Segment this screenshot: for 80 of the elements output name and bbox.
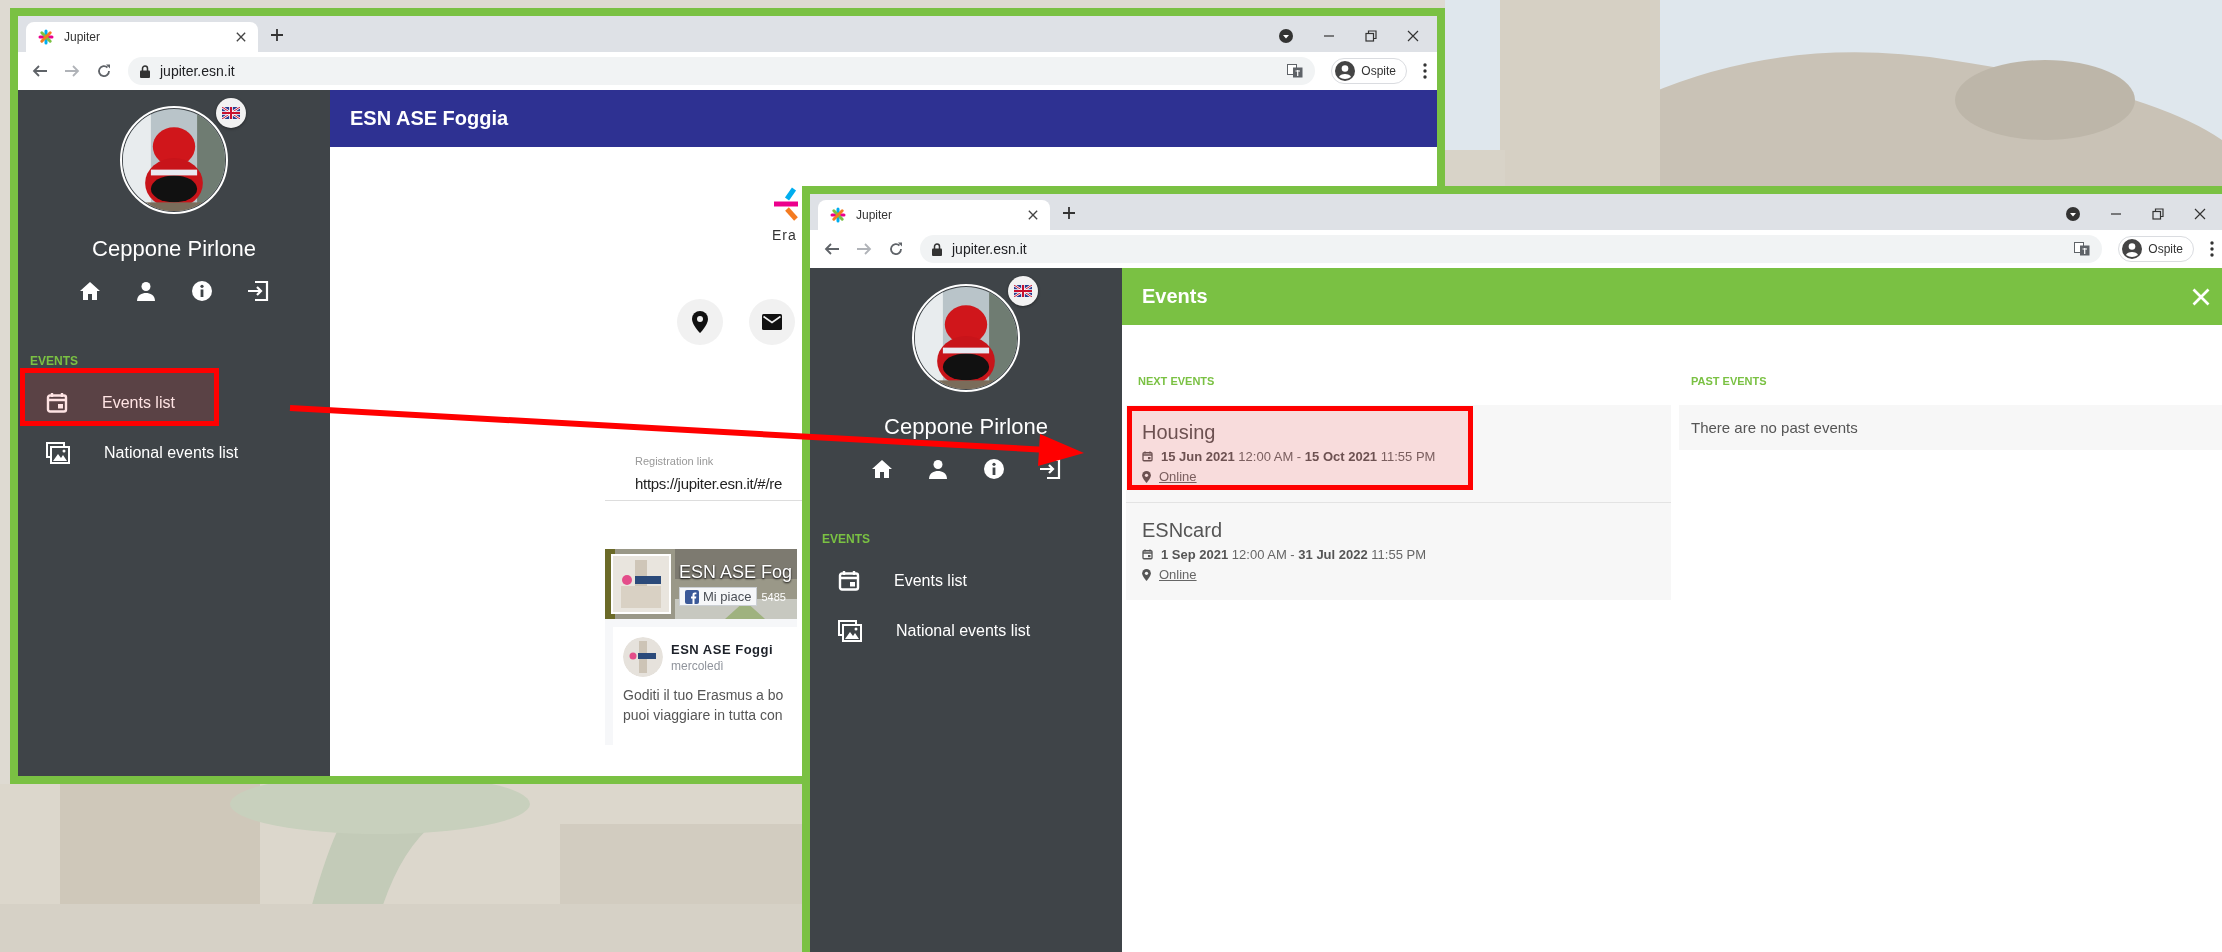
dropdown-icon[interactable]: [2066, 207, 2080, 221]
mail-button[interactable]: [749, 299, 795, 345]
event-card[interactable]: Housing 15 Jun 2021 12:00 AM - 15 Oct 2021 11:55 PM Online: [1126, 405, 1671, 502]
location-link[interactable]: Online: [1159, 567, 1197, 582]
home-icon[interactable]: [79, 280, 101, 302]
mail-icon: [762, 314, 782, 330]
address-field[interactable]: jupiter.esn.it: [920, 235, 2103, 263]
close-icon[interactable]: [2194, 208, 2206, 220]
calendar-icon: [46, 392, 68, 414]
close-icon[interactable]: [1028, 210, 1038, 220]
location-link[interactable]: Online: [1159, 469, 1197, 484]
lock-icon: [932, 242, 942, 256]
dropdown-icon[interactable]: [1279, 29, 1293, 43]
menu-icon[interactable]: [2210, 241, 2214, 257]
back-icon[interactable]: [32, 63, 48, 79]
plus-icon[interactable]: [270, 28, 284, 42]
close-icon[interactable]: [236, 32, 246, 42]
restore-icon[interactable]: [1365, 30, 1377, 42]
calendar-icon: [1142, 451, 1153, 462]
column-label: PAST EVENTS: [1690, 375, 1768, 389]
header-title: Events: [1142, 285, 1209, 308]
sidebar-item[interactable]: Events list: [18, 378, 330, 428]
flag-icon: [1014, 285, 1032, 297]
flag-button[interactable]: [216, 98, 246, 128]
empty-message: There are no past events: [1679, 405, 2222, 450]
profile-button[interactable]: Ospite: [1331, 58, 1407, 84]
person-icon[interactable]: [135, 280, 157, 302]
event-title: Housing: [1142, 421, 1216, 444]
images-icon: [838, 620, 862, 642]
post-text: Goditi il tuo Erasmus a bo puoi viaggiare in tutta con: [623, 686, 785, 725]
lock-icon: [140, 64, 150, 78]
info-icon[interactable]: [191, 280, 213, 302]
event-card[interactable]: ESNcard 1 Sep 2021 12:00 AM - 31 Jul 2022 11:55 PM Online: [1126, 502, 1671, 600]
browser-tab[interactable]: Jupiter: [818, 200, 1050, 230]
home-icon[interactable]: [871, 458, 893, 480]
location-button[interactable]: [677, 299, 723, 345]
post-author: ESN ASE Foggi: [671, 641, 774, 657]
restore-icon[interactable]: [2152, 208, 2164, 220]
reload-icon[interactable]: [888, 241, 904, 257]
flag-icon: [222, 107, 240, 119]
person-icon: [2122, 239, 2143, 259]
event-dates: 15 Jun 2021 12:00 AM - 15 Oct 2021 11:55 PM: [1161, 449, 1436, 464]
profile-button[interactable]: Ospite: [2118, 236, 2194, 262]
calendar-icon: [1142, 549, 1153, 560]
reload-icon[interactable]: [96, 63, 112, 79]
address-field[interactable]: jupiter.esn.it: [128, 57, 1316, 85]
logo-caption: Era: [772, 227, 797, 243]
field-label: Registration link: [635, 455, 715, 467]
user-name: Ceppone Pirlone: [92, 236, 256, 262]
exit-icon[interactable]: [247, 280, 269, 302]
sidebar-item[interactable]: National events list: [810, 606, 1122, 656]
translate-icon[interactable]: [1287, 64, 1304, 78]
section-label: EVENTS: [29, 354, 79, 368]
images-icon: [46, 442, 70, 464]
translate-icon[interactable]: [2074, 242, 2091, 256]
pin-icon: [1142, 470, 1151, 483]
event-dates: 1 Sep 2021 12:00 AM - 31 Jul 2022 11:55 PM: [1161, 547, 1426, 562]
back-icon[interactable]: [824, 241, 840, 257]
header-title: ESN ASE Foggia: [350, 107, 510, 130]
person-icon[interactable]: [927, 458, 949, 480]
favicon-icon: [830, 207, 846, 223]
post-date: mercoledì: [671, 658, 725, 673]
favicon-icon: [38, 29, 54, 45]
pin-icon: [1142, 568, 1151, 581]
calendar-icon: [838, 570, 860, 592]
event-title: ESNcard: [1142, 519, 1223, 542]
flag-button[interactable]: [1008, 276, 1038, 306]
person-icon: [1335, 61, 1356, 81]
browser-tab[interactable]: Jupiter: [26, 22, 258, 52]
pin-icon: [692, 311, 708, 333]
section-label: EVENTS: [821, 532, 871, 546]
info-icon[interactable]: [983, 458, 1005, 480]
sidebar-item[interactable]: National events list: [18, 428, 330, 478]
user-name: Ceppone Pirlone: [884, 414, 1048, 440]
plus-icon[interactable]: [1062, 206, 1076, 220]
menu-icon[interactable]: [1423, 63, 1427, 79]
sidebar-item[interactable]: Events list: [810, 556, 1122, 606]
close-icon[interactable]: [1407, 30, 1419, 42]
logo-icon: [772, 187, 798, 221]
column-label: NEXT EVENTS: [1137, 375, 1216, 389]
